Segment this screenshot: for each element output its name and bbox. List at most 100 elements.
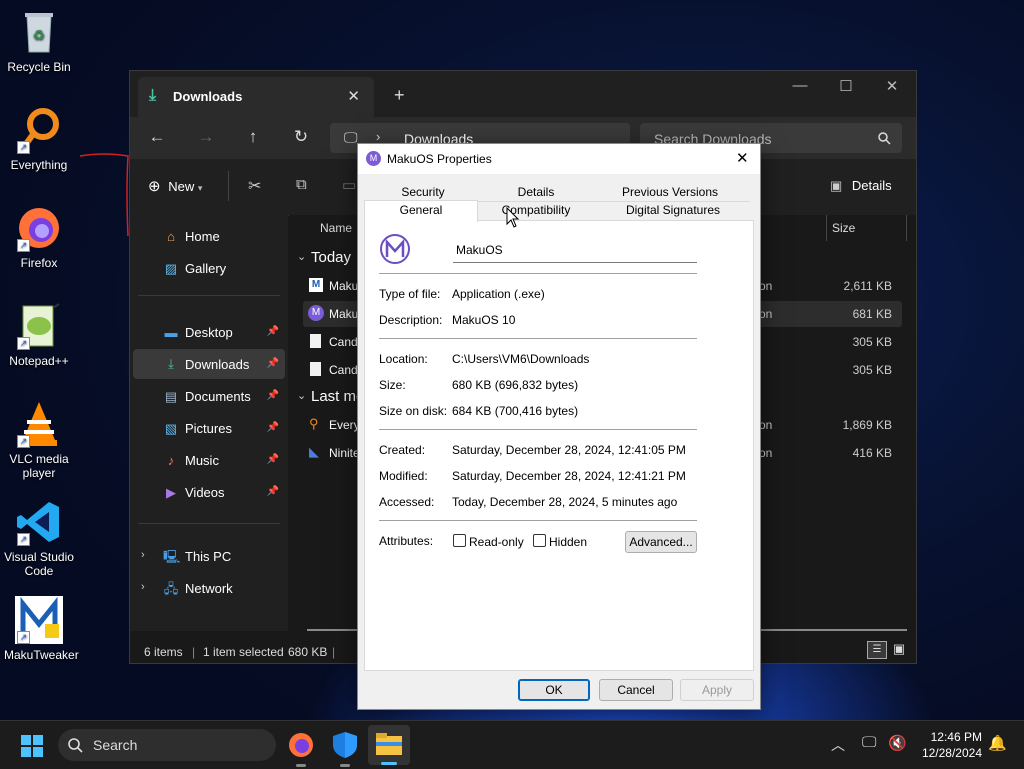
file-type: on <box>759 279 773 293</box>
expand-chevron-icon[interactable]: › <box>141 581 145 593</box>
desktop-icon-firefox[interactable]: ↗ Firefox <box>4 204 74 270</box>
details-label: Details <box>851 178 892 193</box>
column-header-name[interactable]: Name <box>320 221 352 235</box>
sidebar-item-network[interactable]: › 🖧 Network <box>133 575 285 603</box>
tab-details[interactable]: Details <box>480 184 592 201</box>
taskbar: Search ︿ 🖵 🔇 12:46 PM 12/28/2024 🔔 <box>0 720 1024 769</box>
clock-time[interactable]: 12:46 PM <box>910 730 982 744</box>
status-item-count: 6 items <box>144 645 183 659</box>
pin-icon[interactable]: 📌 <box>267 454 279 465</box>
ok-button[interactable]: OK <box>518 679 590 701</box>
sidebar-item-music[interactable]: ♪ Music 📌 <box>133 447 285 475</box>
search-icon <box>878 132 891 145</box>
file-explorer-taskbar-button[interactable] <box>368 725 410 765</box>
desktop-icon-label: Visual Studio Code <box>4 550 74 578</box>
desktop-icon-recycle-bin[interactable]: ♻ Recycle Bin <box>4 8 74 74</box>
read-only-checkbox[interactable] <box>453 534 466 547</box>
copy-icon[interactable]: ⧉ <box>296 176 307 193</box>
group-header-today[interactable]: Today <box>311 249 351 266</box>
cut-icon[interactable]: ✂ <box>248 176 261 196</box>
close-dialog-icon[interactable]: ✕ <box>736 149 749 167</box>
makuos-app-icon: M <box>366 151 381 166</box>
maximize-icon[interactable]: ☐ <box>826 77 866 95</box>
security-shield-taskbar-icon[interactable] <box>332 731 358 759</box>
running-indicator <box>340 764 350 767</box>
tiles-view-icon[interactable]: ▣ <box>891 641 907 657</box>
file-name: Ninite <box>329 446 360 460</box>
details-view-icon[interactable]: ☰ <box>867 641 887 659</box>
tab-previous-versions[interactable]: Previous Versions <box>592 184 748 201</box>
file-size: 681 KB <box>852 307 892 321</box>
advanced-button[interactable]: Advanced... <box>625 531 697 553</box>
status-separator: | <box>332 645 336 659</box>
clock-date[interactable]: 12/28/2024 <box>910 746 982 760</box>
group-collapse-icon[interactable]: ⌄ <box>297 250 306 263</box>
file-icon <box>310 362 321 376</box>
forward-icon[interactable]: → <box>192 127 220 147</box>
shortcut-arrow-icon: ↗ <box>17 337 30 350</box>
start-button-icon[interactable] <box>21 735 43 757</box>
file-size: 416 KB <box>852 446 892 460</box>
pin-icon[interactable]: 📌 <box>267 422 279 433</box>
up-icon[interactable]: ↑ <box>239 127 267 147</box>
minimize-icon[interactable]: — <box>780 77 820 94</box>
column-divider <box>906 215 907 241</box>
group-collapse-icon[interactable]: ⌄ <box>297 389 306 402</box>
chevron-down-icon: ▾ <box>197 183 203 193</box>
sidebar-item-documents[interactable]: ▤ Documents 📌 <box>133 383 285 411</box>
network-status-icon[interactable]: 🖵 <box>862 734 876 751</box>
mouse-cursor-icon <box>506 207 520 228</box>
desktop-icon-vscode[interactable]: ↗ Visual Studio Code <box>4 498 74 578</box>
desktop-icon-makutweaker[interactable]: ↗ MakuTweaker <box>4 596 79 662</box>
details-button[interactable]: ▣ Details <box>830 178 892 194</box>
chevron-up-icon[interactable]: ︿ <box>831 735 845 755</box>
file-name-field[interactable]: MakuOS <box>453 240 697 263</box>
taskbar-search-box[interactable]: Search <box>58 729 276 761</box>
paste-icon[interactable]: ▭ <box>342 176 356 194</box>
close-window-icon[interactable]: ✕ <box>872 77 912 95</box>
desktop-icon-notepad-plus-plus[interactable]: ↗ Notepad++ <box>4 302 74 368</box>
details-pane-icon: ▣ <box>830 178 843 193</box>
sidebar-item-pictures[interactable]: ▧ Pictures 📌 <box>133 415 285 443</box>
desktop-icon-vlc[interactable]: ↗ VLC media player <box>4 400 74 480</box>
tab-downloads[interactable]: ⤓ Downloads ✕ <box>138 77 374 117</box>
desktop-icon-label: Recycle Bin <box>7 60 71 74</box>
tab-general[interactable]: General <box>364 200 478 222</box>
tab-security[interactable]: Security <box>366 184 480 201</box>
desktop-icon-everything[interactable]: ↗ Everything <box>4 106 74 172</box>
expand-chevron-icon[interactable]: › <box>141 549 145 561</box>
file-name: Cand <box>329 335 358 349</box>
sidebar-item-downloads[interactable]: ⤓ Downloads 📌 <box>133 349 285 379</box>
close-tab-icon[interactable]: ✕ <box>347 87 360 105</box>
apply-button[interactable]: Apply <box>680 679 754 701</box>
notification-bell-icon[interactable]: 🔔 <box>988 734 1007 752</box>
new-button[interactable]: ⊕ New ▾ <box>148 177 202 195</box>
refresh-icon[interactable]: ↻ <box>287 127 315 147</box>
dialog-title: MakuOS Properties <box>387 152 492 166</box>
sidebar-item-desktop[interactable]: ▬ Desktop 📌 <box>133 319 285 347</box>
firefox-icon: ↗ <box>15 204 63 252</box>
shortcut-arrow-icon: ↗ <box>17 631 30 644</box>
music-icon: ♪ <box>167 453 175 468</box>
chevron-right-icon: › <box>376 129 381 144</box>
new-tab-button[interactable]: + <box>394 85 405 106</box>
back-icon[interactable]: ← <box>143 127 171 147</box>
location-value: C:\Users\VM6\Downloads <box>452 352 590 366</box>
hidden-checkbox[interactable] <box>533 534 546 547</box>
pin-icon[interactable]: 📌 <box>267 390 279 401</box>
pin-icon[interactable]: 📌 <box>267 358 279 369</box>
tab-compatibility[interactable]: Compatibility <box>480 202 592 219</box>
firefox-taskbar-icon[interactable] <box>288 732 314 758</box>
pin-icon[interactable]: 📌 <box>267 486 279 497</box>
column-header-size[interactable]: Size <box>832 221 855 235</box>
sidebar-item-gallery[interactable]: ▨ Gallery <box>133 255 285 283</box>
sidebar-item-videos[interactable]: ▶ Videos 📌 <box>133 479 285 507</box>
sidebar-item-home[interactable]: ⌂ Home <box>133 223 285 251</box>
sidebar-item-this-pc[interactable]: › 🖳 This PC <box>133 543 285 571</box>
pin-icon[interactable]: 📌 <box>267 326 279 337</box>
tab-digital-signatures[interactable]: Digital Signatures <box>596 202 750 219</box>
cancel-button[interactable]: Cancel <box>599 679 673 701</box>
volume-muted-icon[interactable]: 🔇 <box>888 734 907 752</box>
desktop-icon-label: VLC media player <box>9 452 69 480</box>
tab-label: Downloads <box>173 89 243 104</box>
